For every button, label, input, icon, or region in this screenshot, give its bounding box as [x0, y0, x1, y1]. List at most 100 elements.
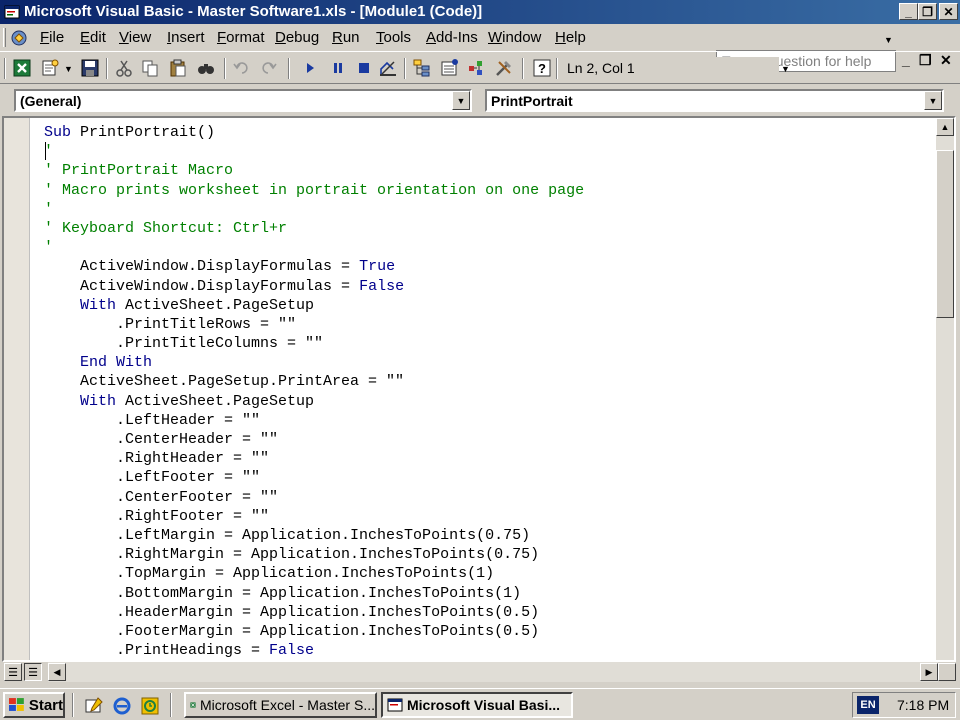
menu-add-ins[interactable]: Add-Ins: [426, 29, 478, 46]
show-desktop-icon[interactable]: [84, 696, 104, 716]
menu-debug[interactable]: Debug: [275, 29, 319, 46]
code-line[interactable]: ' Keyboard Shortcut: Ctrl+r: [44, 219, 584, 238]
restore-button[interactable]: ❐: [918, 3, 937, 20]
code-line[interactable]: ' PrintPortrait Macro: [44, 161, 584, 180]
start-button[interactable]: Start: [3, 692, 65, 718]
vertical-scrollbar[interactable]: ▲: [936, 118, 954, 660]
outlook-icon[interactable]: [140, 696, 160, 716]
menu-grip[interactable]: [3, 28, 6, 47]
code-line[interactable]: ': [44, 200, 584, 219]
code-line[interactable]: End With: [44, 353, 584, 372]
menu-tools[interactable]: Tools: [376, 29, 411, 46]
language-indicator[interactable]: EN: [857, 696, 879, 714]
menu-edit[interactable]: Edit: [80, 29, 106, 46]
code-text[interactable]: Sub PrintPortrait() ' ' PrintPortrait Macr…: [44, 123, 584, 660]
code-line[interactable]: .RightMargin = Application.InchesToPoint…: [44, 545, 584, 564]
code-line[interactable]: With ActiveSheet.PageSetup: [44, 392, 584, 411]
procedure-combo-dropdown-icon[interactable]: ▼: [924, 91, 942, 110]
code-line[interactable]: .LeftMargin = Application.InchesToPoints…: [44, 526, 584, 545]
code-line[interactable]: .LeftHeader = "": [44, 411, 584, 430]
copy-icon[interactable]: [140, 58, 160, 78]
scroll-left-icon[interactable]: ◀: [48, 663, 66, 681]
code-line[interactable]: .CenterHeader = "": [44, 430, 584, 449]
code-line[interactable]: ActiveSheet.PageSetup.PrintArea = "": [44, 372, 584, 391]
scroll-up-icon[interactable]: ▲: [936, 118, 954, 136]
full-module-view-icon[interactable]: ☰: [24, 663, 42, 681]
properties-icon[interactable]: [440, 58, 460, 78]
code-line[interactable]: .HeaderMargin = Application.InchesToPoin…: [44, 603, 584, 622]
cut-icon[interactable]: [114, 58, 134, 78]
vertical-scroll-thumb[interactable]: [936, 150, 954, 318]
code-line[interactable]: .FooterMargin = Application.InchesToPoin…: [44, 622, 584, 641]
toolbar-options-icon[interactable]: ▼: [781, 64, 790, 74]
task-excel[interactable]: Microsoft Excel - Master S...: [184, 692, 377, 718]
toolbar-separator: [522, 58, 524, 79]
procedure-combo[interactable]: PrintPortrait ▼: [485, 89, 944, 112]
close-button[interactable]: ✕: [939, 3, 958, 20]
run-icon[interactable]: [300, 58, 320, 78]
code-line[interactable]: .PrintTitleRows = "": [44, 315, 584, 334]
help-dropdown-icon[interactable]: ▼: [884, 35, 958, 45]
scroll-right-icon[interactable]: ▶: [920, 663, 938, 681]
vba-menu-icon[interactable]: [10, 29, 28, 47]
code-line[interactable]: .RightHeader = "": [44, 449, 584, 468]
task-visual-basic-label: Microsoft Visual Basi...: [407, 697, 561, 713]
margin-indicator-bar[interactable]: [4, 118, 30, 660]
procedure-view-icon[interactable]: ☰: [4, 663, 22, 681]
menu-file[interactable]: File: [40, 29, 64, 46]
code-token: PrintPortrait(): [80, 124, 216, 141]
horizontal-scrollbar[interactable]: ◀ ▶: [48, 662, 938, 682]
help-icon[interactable]: ?: [532, 58, 552, 78]
menu-view[interactable]: View: [119, 29, 151, 46]
code-line[interactable]: Sub PrintPortrait(): [44, 123, 584, 142]
internet-explorer-icon[interactable]: [112, 696, 132, 716]
code-token: ActiveSheet.PageSetup.PrintArea = "": [44, 373, 405, 391]
toolbar-grip[interactable]: [4, 58, 6, 79]
task-visual-basic[interactable]: Microsoft Visual Basi...: [381, 692, 573, 718]
break-icon[interactable]: [328, 58, 348, 78]
code-line[interactable]: .PrintHeadings = False: [44, 641, 584, 660]
menu-window[interactable]: Window: [488, 29, 541, 46]
redo-icon[interactable]: [258, 58, 278, 78]
code-line[interactable]: .LeftFooter = "": [44, 468, 584, 487]
menu-run[interactable]: Run: [332, 29, 360, 46]
code-line[interactable]: With ActiveSheet.PageSetup: [44, 296, 584, 315]
minimize-button[interactable]: _: [899, 3, 918, 20]
code-line[interactable]: ': [44, 142, 584, 161]
project-explorer-icon[interactable]: [412, 58, 432, 78]
editor-bottom-bar: ☰ ☰ ◀ ▶: [2, 662, 956, 682]
insert-module-icon[interactable]: [40, 58, 60, 78]
code-line[interactable]: .RightFooter = "": [44, 507, 584, 526]
menu-help[interactable]: Help: [555, 29, 586, 46]
save-icon[interactable]: [80, 58, 100, 78]
object-browser-icon[interactable]: [466, 58, 486, 78]
paste-icon[interactable]: [168, 58, 188, 78]
insert-dropdown-icon[interactable]: ▼: [64, 64, 73, 74]
code-comment: ' PrintPortrait Macro: [44, 162, 234, 180]
procedure-combo-value: PrintPortrait: [491, 93, 573, 109]
clock[interactable]: 7:18 PM: [897, 697, 949, 713]
toolbar-separator: [404, 58, 406, 79]
undo-icon[interactable]: [232, 58, 252, 78]
code-line[interactable]: ': [44, 238, 584, 257]
code-line[interactable]: .TopMargin = Application.InchesToPoints(…: [44, 564, 584, 583]
excel-icon[interactable]: [12, 58, 32, 78]
object-combo-dropdown-icon[interactable]: ▼: [452, 91, 470, 110]
code-editor[interactable]: Sub PrintPortrait() ' ' PrintPortrait Macr…: [2, 116, 956, 662]
code-line[interactable]: .PrintTitleColumns = "": [44, 334, 584, 353]
code-line[interactable]: ActiveWindow.DisplayFormulas = True: [44, 257, 584, 276]
code-line[interactable]: ' Macro prints worksheet in portrait ori…: [44, 181, 584, 200]
code-line[interactable]: ActiveWindow.DisplayFormulas = False: [44, 277, 584, 296]
menu-insert[interactable]: Insert: [167, 29, 205, 46]
reset-icon[interactable]: [354, 58, 374, 78]
system-tray: EN 7:18 PM: [852, 692, 956, 718]
find-icon[interactable]: [196, 58, 216, 78]
menu-format[interactable]: Format: [217, 29, 265, 46]
design-mode-icon[interactable]: [378, 58, 398, 78]
code-line[interactable]: .CenterFooter = "": [44, 488, 584, 507]
object-combo[interactable]: (General) ▼: [14, 89, 472, 112]
toolbox-icon[interactable]: [494, 58, 514, 78]
size-grip[interactable]: [938, 663, 956, 681]
taskbar-separator: [72, 693, 74, 717]
code-line[interactable]: .BottomMargin = Application.InchesToPoin…: [44, 584, 584, 603]
